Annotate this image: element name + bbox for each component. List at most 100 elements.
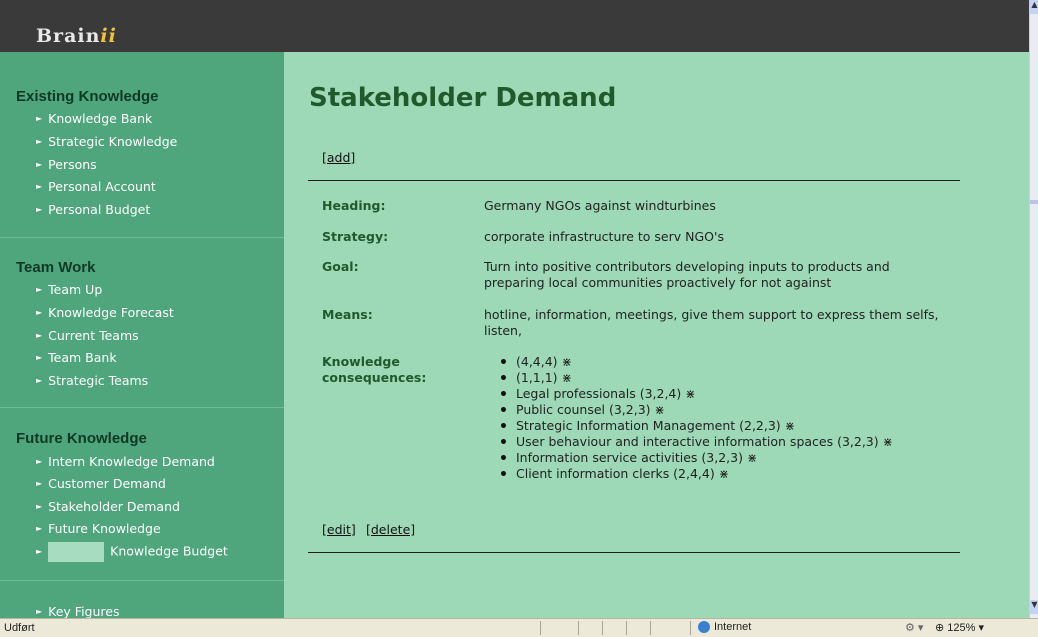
arrow-right-icon: ► bbox=[36, 331, 43, 340]
knowledge-consequences-label: Knowledge consequences: bbox=[322, 354, 426, 386]
arrow-right-icon: ► bbox=[36, 160, 43, 169]
list-item-text: Information service activities (3,2,3) bbox=[516, 450, 743, 465]
sidebar-item-personal-budget[interactable]: ► Personal Budget bbox=[36, 202, 150, 217]
sidebar-item-persons[interactable]: ► Persons bbox=[36, 157, 97, 172]
strategy-label: Strategy: bbox=[322, 229, 389, 244]
bullet-icon bbox=[501, 391, 506, 396]
arrow-right-icon: ► bbox=[36, 546, 43, 556]
heading-label: Heading: bbox=[322, 198, 386, 213]
sidebar-item-label: Knowledge Bank bbox=[48, 111, 153, 126]
sidebar-item-label: Stakeholder Demand bbox=[48, 499, 180, 514]
sidebar-item-intern-knowledge-demand[interactable]: ► Intern Knowledge Demand bbox=[36, 454, 215, 469]
delete-cross-icon[interactable]: ⋇ bbox=[685, 386, 695, 402]
sidebar-item-stakeholder-demand[interactable]: ► Stakeholder Demand bbox=[36, 499, 180, 514]
list-item-text: Strategic Information Management (2,2,3) bbox=[516, 418, 781, 433]
arrow-right-icon: ► bbox=[36, 607, 43, 616]
sidebar-item-current-teams[interactable]: ► Current Teams bbox=[36, 328, 139, 343]
arrow-right-icon: ► bbox=[36, 502, 43, 511]
app-logo[interactable]: Brainii bbox=[36, 25, 117, 47]
arrow-right-icon: ► bbox=[36, 182, 43, 191]
delete-cross-icon[interactable]: ⋇ bbox=[785, 418, 795, 434]
delete-cross-icon[interactable]: ⋇ bbox=[562, 370, 572, 386]
scroll-up-icon[interactable]: ▲ bbox=[1030, 0, 1038, 14]
list-item: (1,1,1) ⋇ bbox=[501, 370, 893, 386]
delete-cross-icon[interactable]: ⋇ bbox=[655, 402, 665, 418]
heading-value: Germany NGOs against windturbines bbox=[484, 198, 716, 213]
list-item: Legal professionals (3,2,4) ⋇ bbox=[501, 386, 893, 402]
scrollbar-thumb[interactable] bbox=[1030, 200, 1038, 204]
list-item-text: Client information clerks (2,4,4) bbox=[516, 466, 715, 481]
list-item: Public counsel (3,2,3) ⋇ bbox=[501, 402, 893, 418]
divider-bottom bbox=[308, 552, 960, 553]
zoom-control[interactable]: ⊕ 125% ▾ bbox=[935, 621, 984, 634]
sidebar-item-label: Customer Demand bbox=[48, 476, 166, 491]
status-separator bbox=[540, 621, 541, 635]
edit-link[interactable]: [edit] bbox=[322, 522, 356, 537]
sidebar-heading-team-work: Team Work bbox=[16, 259, 96, 276]
sidebar-item-strategic-teams[interactable]: ► Strategic Teams bbox=[36, 373, 148, 388]
kc-label-line2: consequences: bbox=[322, 370, 427, 385]
sidebar-item-key-figures[interactable]: ► Key Figures bbox=[36, 604, 119, 618]
arrow-right-icon: ► bbox=[36, 376, 43, 385]
divider-top bbox=[308, 180, 960, 181]
main-content: Stakeholder Demand [add] Heading: German… bbox=[284, 52, 1029, 618]
globe-icon bbox=[698, 621, 710, 634]
list-item: User behaviour and interactive informati… bbox=[501, 434, 893, 450]
goal-value: Turn into positive contributors developi… bbox=[484, 259, 890, 290]
zoom-icon: ⊕ bbox=[935, 622, 945, 634]
sidebar-item-knowledge-forecast[interactable]: ► Knowledge Forecast bbox=[36, 305, 174, 320]
status-separator bbox=[578, 621, 579, 635]
list-item: Information service activities (3,2,3) ⋇ bbox=[501, 450, 893, 466]
delete-cross-icon[interactable]: ⋇ bbox=[719, 466, 729, 482]
status-text: Udført bbox=[4, 622, 35, 634]
bullet-icon bbox=[501, 423, 506, 428]
sidebar-divider bbox=[0, 237, 284, 238]
vertical-scrollbar[interactable]: ▲ ▼ bbox=[1029, 0, 1038, 618]
sidebar-item-team-bank[interactable]: ► Team Bank bbox=[36, 350, 117, 365]
bullet-icon bbox=[501, 455, 506, 460]
scroll-down-icon[interactable]: ▼ bbox=[1030, 600, 1038, 614]
delete-cross-icon[interactable]: ⋇ bbox=[562, 354, 572, 370]
logo-accent-text: ii bbox=[100, 25, 117, 47]
arrow-right-icon: ► bbox=[36, 285, 43, 294]
sidebar-item-customer-demand[interactable]: ► Customer Demand bbox=[36, 476, 166, 491]
add-link[interactable]: [add] bbox=[322, 150, 355, 165]
page-title: Stakeholder Demand bbox=[309, 83, 617, 113]
sidebar-item-label: Current Teams bbox=[48, 328, 139, 343]
sidebar-item-label: Team Up bbox=[48, 282, 103, 297]
delete-cross-icon[interactable]: ⋇ bbox=[747, 450, 757, 466]
arrow-right-icon: ► bbox=[36, 114, 43, 123]
goal-label: Goal: bbox=[322, 259, 359, 274]
sidebar-item-team-up[interactable]: ► Team Up bbox=[36, 282, 102, 297]
bullet-icon bbox=[501, 359, 506, 364]
redacted-box bbox=[48, 542, 105, 562]
list-item-text: Legal professionals (3,2,4) bbox=[516, 386, 682, 401]
sidebar-item-knowledge-bank[interactable]: ► Knowledge Bank bbox=[36, 111, 152, 126]
sidebar-item-future-knowledge[interactable]: ► Future Knowledge bbox=[36, 521, 161, 536]
delete-cross-icon[interactable]: ⋇ bbox=[883, 434, 893, 450]
arrow-right-icon: ► bbox=[36, 457, 43, 466]
zone-label: Internet bbox=[714, 621, 752, 633]
kc-label-line1: Knowledge bbox=[322, 354, 400, 369]
sidebar-item-label: Team Bank bbox=[48, 350, 117, 365]
delete-link[interactable]: [delete] bbox=[366, 522, 415, 537]
arrow-right-icon: ► bbox=[36, 308, 43, 317]
sidebar-item-strategic-knowledge[interactable]: ► Strategic Knowledge bbox=[36, 134, 177, 149]
protected-mode-icon[interactable]: ⚙ ▾ bbox=[905, 621, 923, 634]
status-separator bbox=[650, 621, 651, 635]
sidebar-item-personal-account[interactable]: ► Personal Account bbox=[36, 179, 156, 194]
sidebar: Existing Knowledge ► Knowledge Bank ► Stra… bbox=[0, 52, 284, 618]
status-separator bbox=[626, 621, 627, 635]
status-bar: Udført Internet ⚙ ▾ ⊕ 125% ▾ bbox=[0, 618, 1038, 637]
arrow-right-icon: ► bbox=[36, 205, 43, 214]
sidebar-item-label: Strategic Knowledge bbox=[48, 134, 178, 149]
sidebar-item-knowledge-budget[interactable]: ► Knowledge Budget bbox=[36, 542, 228, 562]
sidebar-item-label: Future Knowledge bbox=[48, 521, 161, 536]
security-zone: Internet bbox=[698, 621, 752, 634]
bullet-icon bbox=[501, 471, 506, 476]
sidebar-item-label: Personal Account bbox=[48, 179, 156, 194]
sidebar-item-label: Persons bbox=[48, 157, 97, 172]
means-value: hotline, information, meetings, give the… bbox=[484, 307, 939, 338]
list-item-text: (4,4,4) bbox=[516, 354, 558, 369]
status-separator bbox=[690, 621, 691, 635]
